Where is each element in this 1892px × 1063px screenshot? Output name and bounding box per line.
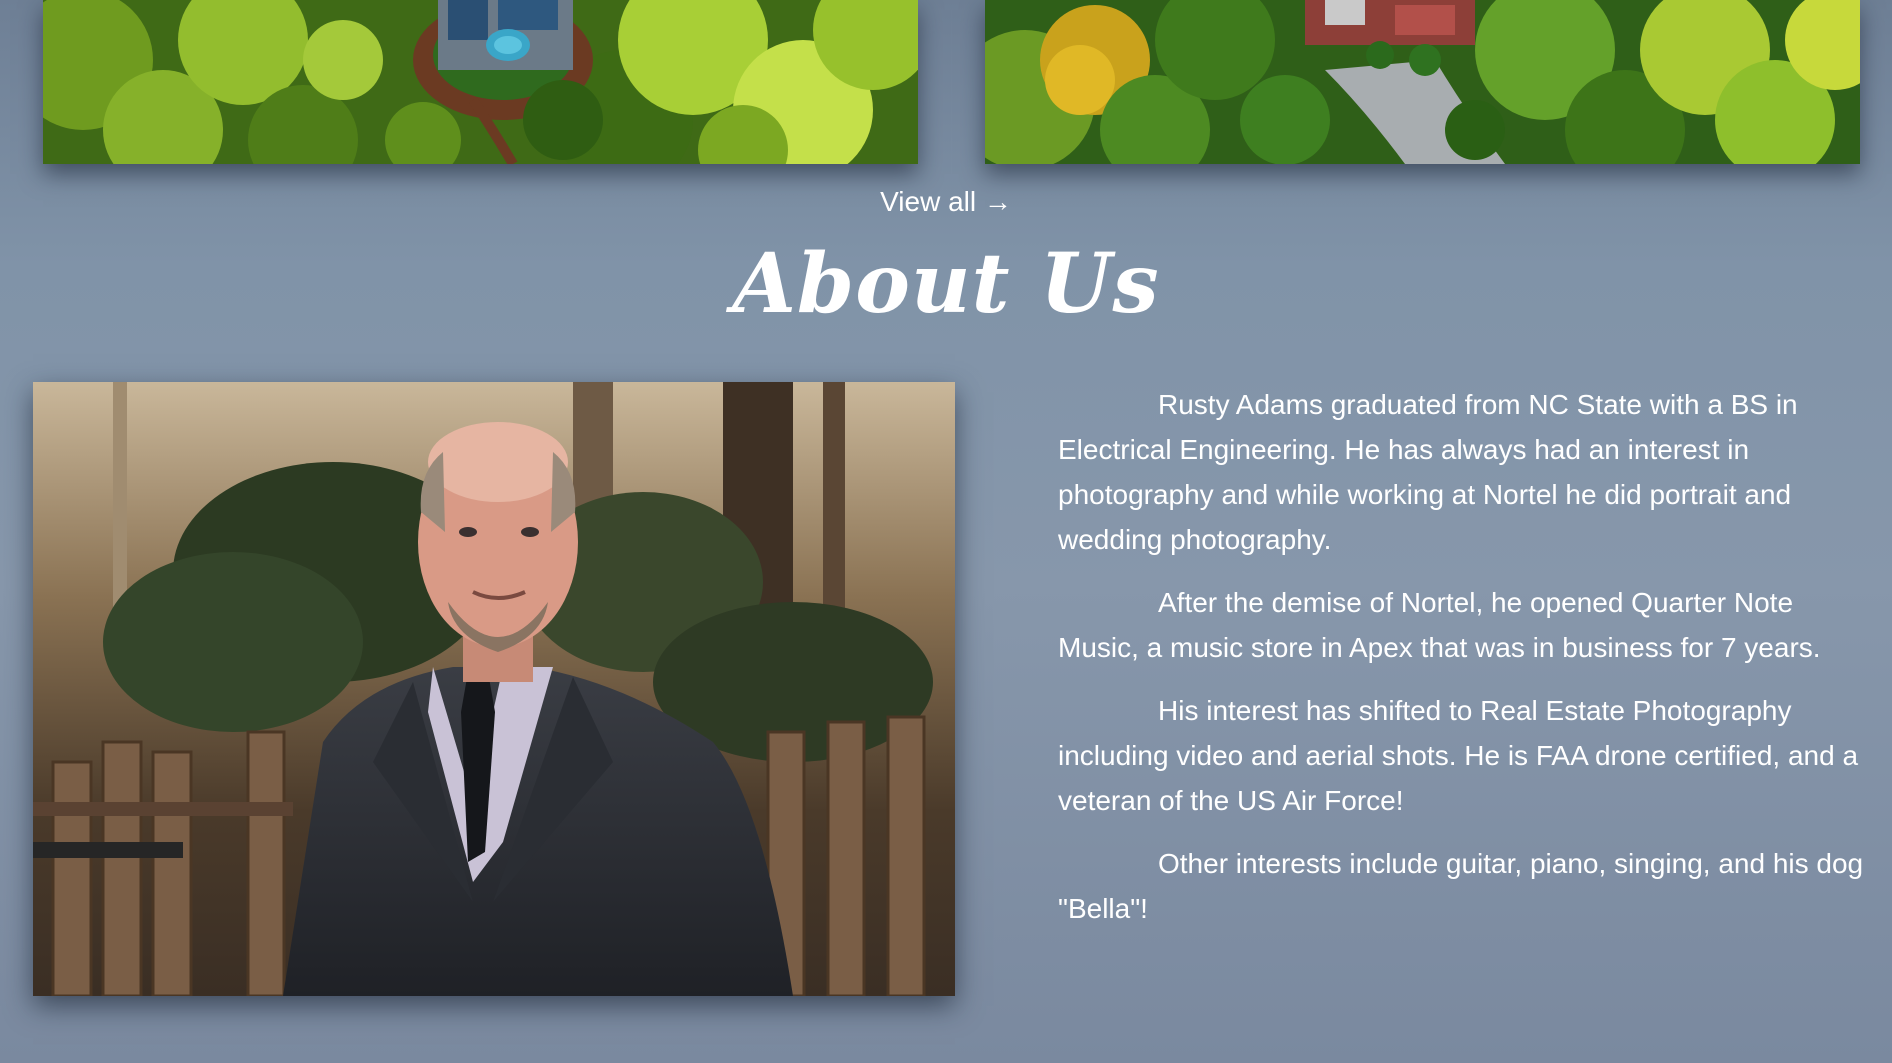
bio-paragraph: After the demise of Nortel, he opened Qu… — [1058, 587, 1821, 663]
gallery-photo-aerial-brick-home[interactable] — [985, 0, 1860, 164]
gallery-photo-aerial-pool-estate[interactable] — [43, 0, 918, 164]
bio-paragraph: His interest has shifted to Real Estate … — [1058, 695, 1859, 816]
portrait-photo-image — [33, 382, 955, 996]
about-us-heading: About Us — [732, 236, 1160, 332]
view-all-label: View all → — [880, 186, 1012, 217]
aerial-photo-image — [43, 0, 918, 164]
bio-paragraph: Rusty Adams graduated from NC State with… — [1058, 389, 1798, 555]
about-bio: Rusty Adams graduated from NC State with… — [1058, 382, 1868, 949]
portrait-photo — [33, 382, 955, 996]
aerial-photo-image — [985, 0, 1860, 164]
bio-paragraph: Other interests include guitar, piano, s… — [1058, 848, 1864, 924]
view-all-link[interactable]: View all → — [0, 186, 1892, 218]
